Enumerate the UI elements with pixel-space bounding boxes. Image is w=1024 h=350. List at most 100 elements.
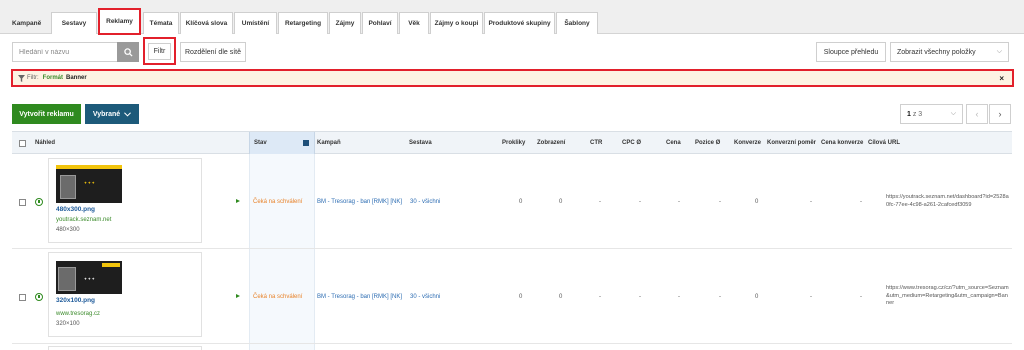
status-column-highlight: [249, 154, 315, 350]
column-status[interactable]: Stav: [254, 140, 267, 146]
chevron-down-icon: [124, 111, 132, 117]
cpc-value: -: [639, 294, 641, 300]
cpc-value: -: [639, 199, 641, 205]
tab-topics[interactable]: Témata: [143, 12, 179, 34]
conversion-price-value: -: [860, 199, 862, 205]
row-checkbox[interactable]: [19, 294, 26, 301]
clicks-value: 0: [519, 294, 523, 300]
play-icon[interactable]: [236, 294, 240, 298]
funnel-icon: [18, 74, 25, 82]
chevron-right-icon: ›: [998, 109, 1002, 119]
tab-templates[interactable]: Šablony: [556, 12, 598, 34]
column-conversion-price[interactable]: Cena konverze: [821, 140, 863, 146]
clicks-value: 0: [519, 199, 523, 205]
view-filter-value: Zobrazit všechny položky: [897, 48, 976, 56]
tab-ads[interactable]: Reklamy: [98, 8, 141, 35]
column-conversions[interactable]: Konverze: [734, 140, 761, 146]
tab-label: Věk: [408, 20, 420, 27]
close-icon[interactable]: ×: [999, 74, 1004, 83]
column-group[interactable]: Sestava: [409, 140, 432, 146]
chevron-down-icon: ⌵: [950, 110, 956, 117]
column-preview[interactable]: Náhled: [35, 140, 55, 146]
conversion-ratio-value: -: [810, 199, 812, 205]
split-by-network-label: Rozdělení dle sítě: [184, 48, 242, 56]
tab-label: Umístění: [241, 20, 270, 27]
prev-page-button[interactable]: ‹: [966, 104, 988, 124]
page-current: 1: [907, 110, 911, 118]
campaign-link[interactable]: BM - Tresorag - ban [RMK] [NK]: [317, 199, 402, 205]
tab-campaigns[interactable]: Kampaně: [12, 12, 48, 34]
conversion-price-value: -: [860, 294, 862, 300]
row-divider: [12, 343, 1012, 344]
selected-actions-dropdown[interactable]: Vybrané: [85, 104, 139, 124]
create-ad-label: Vytvořit reklamu: [19, 110, 74, 118]
tab-label: Pohlaví: [368, 20, 392, 27]
column-target-url[interactable]: Cílová URL: [868, 140, 900, 146]
tab-bar: Kampaně Sestavy Reklamy Témata Klíčová s…: [0, 0, 1024, 35]
ad-display-url: www.tresorag.cz: [56, 311, 101, 317]
column-impressions[interactable]: Zobrazení: [537, 140, 565, 146]
tab-age[interactable]: Věk: [399, 12, 429, 34]
filter-name[interactable]: Formát: [43, 75, 63, 81]
target-url-link[interactable]: https://www.tresorag.cz/cz/?utm_source=S…: [886, 285, 1010, 308]
search-input[interactable]: [12, 42, 117, 62]
tab-placements[interactable]: Umístění: [234, 12, 277, 34]
column-ctr[interactable]: CTR: [590, 140, 602, 146]
ad-preview-card[interactable]: ✦ ✦ ✦ 320x100.png www.tresorag.cz 320×10…: [48, 252, 202, 337]
price-value: -: [678, 199, 680, 205]
ad-name[interactable]: 320x100.png: [56, 297, 95, 304]
campaign-link[interactable]: BM - Tresorag - ban [RMK] [NK]: [317, 294, 402, 300]
sort-icon[interactable]: [303, 140, 309, 146]
view-filter-select[interactable]: Zobrazit všechny položky ⌵: [890, 42, 1009, 62]
target-url-link[interactable]: https://youtrack.seznam.net/dashboard?id…: [886, 194, 1010, 209]
next-page-button[interactable]: ›: [989, 104, 1011, 124]
group-link[interactable]: 30 - všichni: [410, 294, 440, 300]
tab-gender[interactable]: Pohlaví: [362, 12, 398, 34]
tab-groups[interactable]: Sestavy: [51, 12, 97, 34]
impressions-value: 0: [559, 199, 563, 205]
impressions-value: 0: [559, 294, 563, 300]
ad-size: 480×300: [56, 227, 80, 233]
tab-retargeting[interactable]: Retargeting: [278, 12, 328, 34]
clock-icon: [35, 293, 43, 301]
position-value: -: [719, 199, 721, 205]
tab-interests[interactable]: Zájmy: [329, 12, 361, 34]
tab-label: Šablony: [564, 20, 590, 27]
page-total: z 3: [912, 110, 923, 118]
filter-value: Banner: [66, 75, 87, 81]
active-filter-bar: Filtr: Formát Banner ×: [11, 69, 1014, 87]
filter-button-label: Filtr: [147, 42, 172, 60]
ad-preview-card: [48, 346, 202, 350]
search-icon: [123, 47, 133, 57]
column-conversion-ratio[interactable]: Konverzní poměr: [767, 140, 816, 146]
ad-size: 320×100: [56, 321, 80, 327]
column-position[interactable]: Pozice Ø: [695, 140, 720, 146]
ad-name[interactable]: 480x300.png: [56, 206, 95, 213]
select-all-checkbox[interactable]: [19, 140, 26, 147]
tab-product-groups[interactable]: Produktové skupiny: [484, 12, 555, 34]
table-header: Náhled Stav Kampaň Sestava Prokliky Zobr…: [12, 131, 1012, 154]
page-select[interactable]: 1 z 3 ⌵: [900, 104, 963, 124]
ad-preview-card[interactable]: ✦ ✦ ✦ 480x300.png youtrack.seznam.net 48…: [48, 158, 202, 243]
column-clicks[interactable]: Prokliky: [502, 140, 525, 146]
search-button[interactable]: [117, 42, 139, 62]
column-campaign[interactable]: Kampaň: [317, 140, 341, 146]
status-badge: Čeká na schválení: [253, 199, 303, 205]
create-ad-button[interactable]: Vytvořit reklamu: [12, 104, 81, 124]
row-checkbox[interactable]: [19, 199, 26, 206]
conversions-value: 0: [755, 294, 759, 300]
filter-prefix: Filtr:: [27, 75, 39, 81]
group-link[interactable]: 30 - všichni: [410, 199, 440, 205]
play-icon[interactable]: [236, 199, 240, 203]
tab-label: Reklamy: [106, 18, 133, 25]
clock-icon: [35, 198, 43, 206]
column-price[interactable]: Cena: [666, 140, 681, 146]
price-value: -: [678, 294, 680, 300]
column-cpc[interactable]: CPC Ø: [622, 140, 641, 146]
split-by-network-button[interactable]: Rozdělení dle sítě: [180, 42, 246, 62]
ad-thumbnail: ✦ ✦ ✦: [56, 261, 122, 294]
filter-button[interactable]: Filtr: [143, 37, 176, 65]
columns-button[interactable]: Sloupce přehledu: [816, 42, 886, 62]
tab-keywords[interactable]: Klíčová slova: [180, 12, 233, 34]
tab-purchase-interests[interactable]: Zájmy o koupi: [430, 12, 483, 34]
